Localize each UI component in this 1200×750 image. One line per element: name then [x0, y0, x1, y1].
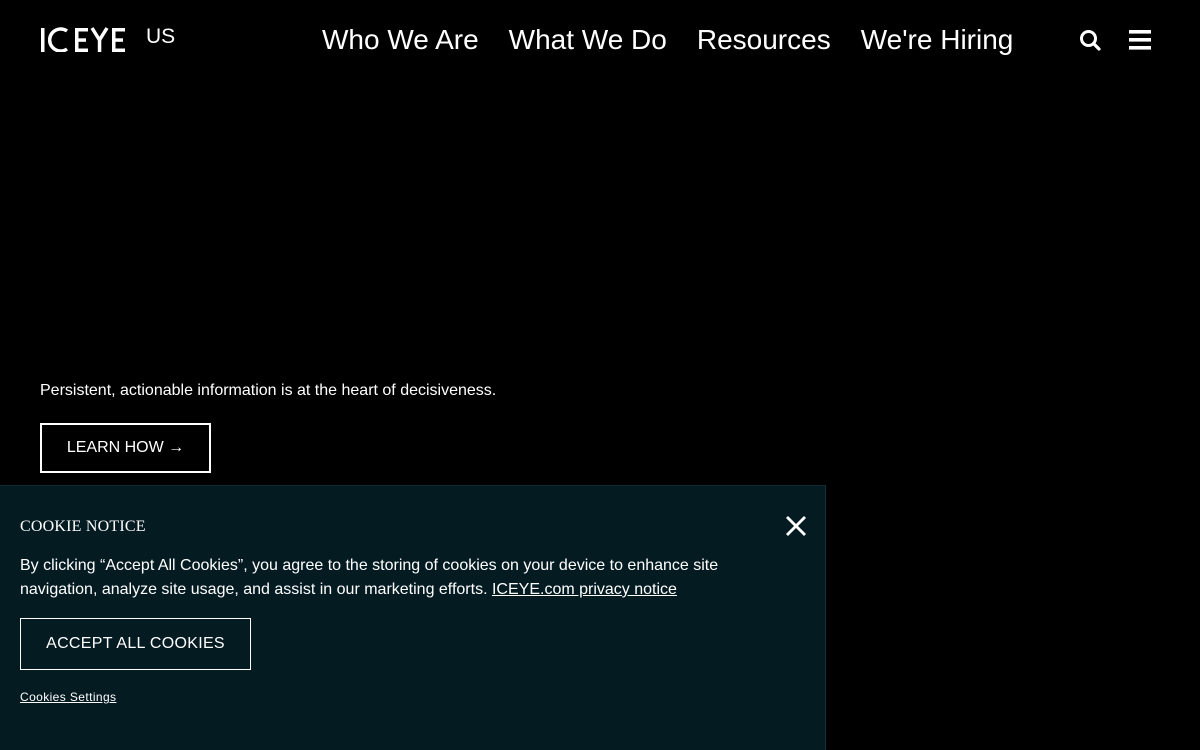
cookie-notice-title: COOKIE NOTICE — [20, 518, 146, 535]
close-icon — [786, 516, 806, 536]
logo-suffix: US — [146, 25, 176, 48]
cookie-notice-text: By clicking “Accept All Cookies”, you ag… — [20, 554, 780, 602]
nav-were-hiring[interactable]: We're Hiring — [861, 22, 1014, 58]
site-header: US Who We Are What We Do Resources We're… — [0, 0, 1200, 80]
page: US Who We Are What We Do Resources We're… — [0, 0, 1200, 750]
search-icon — [1080, 30, 1101, 51]
hero-tagline: Persistent, actionable information is at… — [40, 382, 497, 399]
nav-what-we-do[interactable]: What We Do — [509, 22, 667, 58]
cookie-close-button[interactable] — [782, 512, 810, 540]
privacy-notice-link[interactable]: ICEYE.com privacy notice — [492, 581, 677, 598]
cookie-banner: COOKIE NOTICE By clicking “Accept All Co… — [0, 485, 826, 750]
menu-button[interactable] — [1128, 28, 1152, 52]
iceye-logo-icon — [41, 27, 125, 52]
nav-who-we-are[interactable]: Who We Are — [322, 22, 479, 58]
cookies-settings-link[interactable]: Cookies Settings — [20, 690, 116, 704]
learn-how-button[interactable]: LEARN HOW → — [40, 423, 211, 473]
main-nav: Who We Are What We Do Resources We're Hi… — [322, 22, 1013, 58]
nav-resources[interactable]: Resources — [697, 22, 831, 58]
hamburger-menu-icon — [1129, 30, 1151, 50]
logo-link[interactable]: US — [40, 22, 175, 52]
accept-all-cookies-button[interactable]: ACCEPT ALL COOKIES — [20, 618, 251, 670]
search-button[interactable] — [1078, 28, 1102, 52]
